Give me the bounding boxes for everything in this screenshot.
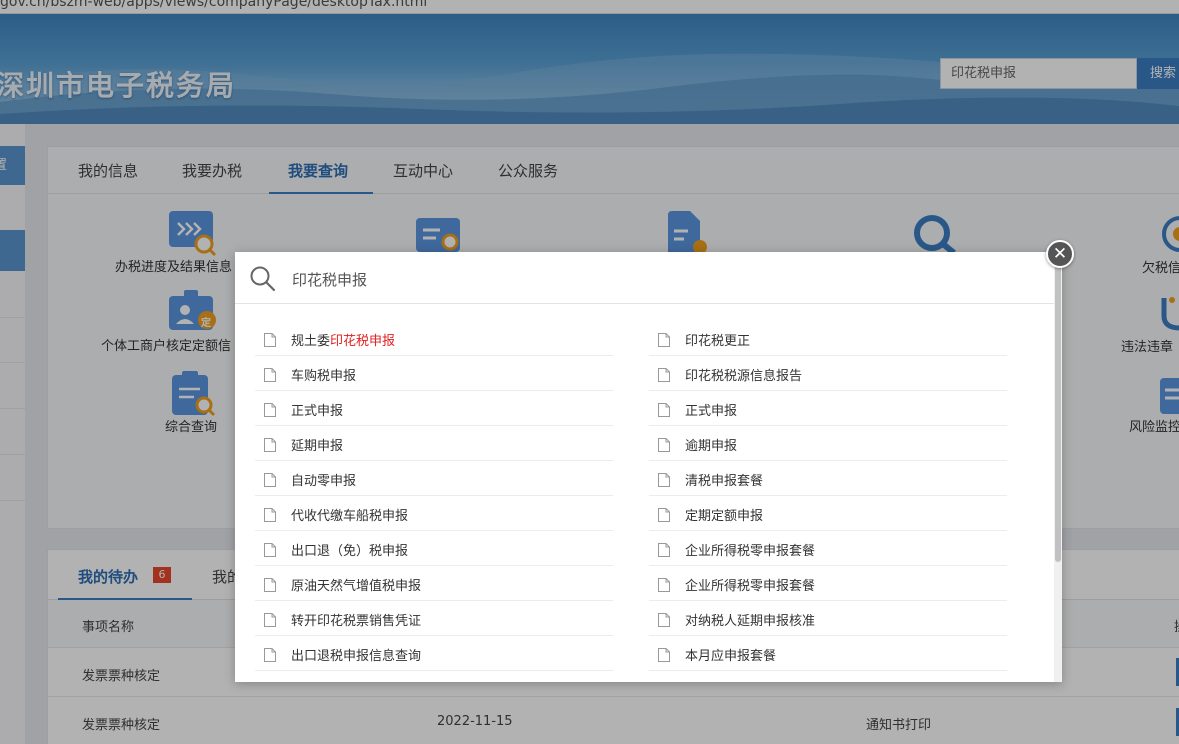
result-item-label[interactable]: 正式申报 [291, 400, 343, 419]
document-icon [264, 508, 276, 522]
result-item-text: 正式申报 [685, 404, 738, 419]
modal-search-input[interactable]: 印花税申报 [292, 269, 367, 290]
close-button[interactable]: ✕ [1046, 240, 1074, 268]
document-icon [658, 438, 670, 452]
result-item-text: 规土委 [291, 334, 331, 349]
close-icon: ✕ [1052, 244, 1068, 264]
result-item[interactable]: 转开印花税票销售凭证 [255, 601, 613, 636]
result-item-label[interactable]: 定期定额申报 [685, 505, 763, 524]
result-item-label[interactable]: 出口退（免）税申报 [291, 540, 408, 559]
document-icon [658, 368, 670, 382]
document-icon [658, 403, 670, 417]
result-item-text: 定期定额申报 [685, 509, 764, 524]
document-icon [264, 473, 276, 487]
document-icon [658, 543, 670, 557]
document-icon [264, 578, 276, 592]
result-item-label[interactable]: 车购税申报 [291, 365, 356, 384]
document-icon [658, 648, 670, 662]
result-item[interactable]: 正式申报 [255, 391, 613, 426]
result-item[interactable]: 企业所得税零申报套餐 [649, 531, 1007, 566]
result-item-label[interactable]: 转开印花税票销售凭证 [291, 610, 421, 629]
scrollbar-thumb[interactable] [1055, 252, 1061, 562]
result-item[interactable]: 对纳税人延期申报核准 [649, 601, 1007, 636]
result-item-text: 出口退（免）税申报 [291, 544, 409, 559]
result-item-text: 原油天然气增值税申报 [291, 579, 422, 594]
document-icon [658, 578, 670, 592]
result-item-text: 企业所得税零申报套餐 [685, 579, 816, 594]
document-icon [264, 613, 276, 627]
result-item[interactable]: 规土委印花税申报 [255, 321, 613, 356]
result-item-label[interactable]: 清税申报套餐 [685, 470, 763, 489]
result-item-label[interactable]: 企业所得税零申报套餐 [685, 540, 815, 559]
result-item-label[interactable]: 本月应申报套餐 [685, 645, 776, 664]
document-icon [658, 333, 670, 347]
result-item-text: 本月应申报套餐 [685, 649, 777, 664]
result-item-label[interactable]: 逾期申报 [685, 435, 737, 454]
result-item[interactable]: 出口退税申报信息查询 [255, 636, 613, 671]
document-icon [264, 438, 276, 452]
result-item-label[interactable]: 正式申报 [685, 400, 737, 419]
result-item[interactable]: 印花税更正 [649, 321, 1007, 356]
document-icon [264, 333, 276, 347]
search-icon [250, 266, 276, 292]
result-item-label[interactable]: 自动零申报 [291, 470, 356, 489]
result-item-text: 逾期申报 [685, 439, 738, 454]
result-item[interactable]: 原油天然气增值税申报 [255, 566, 613, 601]
result-item-label[interactable]: 对纳税人延期申报核准 [685, 610, 815, 629]
result-item-label[interactable]: 规土委印花税申报 [291, 330, 395, 349]
result-item[interactable]: 延期申报 [255, 426, 613, 461]
document-icon [264, 368, 276, 382]
result-item-label[interactable]: 代收代缴车船税申报 [291, 505, 408, 524]
result-item-label[interactable]: 出口退税申报信息查询 [291, 645, 421, 664]
result-item-text: 代收代缴车船税申报 [291, 509, 409, 524]
result-item-label[interactable]: 企业所得税零申报套餐 [685, 575, 815, 594]
result-item[interactable]: 出口退（免）税申报 [255, 531, 613, 566]
document-icon [658, 508, 670, 522]
result-item-text: 印花税税源信息报告 [685, 369, 803, 384]
result-item-highlight: 印花税申报 [330, 334, 396, 349]
result-item-text: 印花税更正 [685, 334, 751, 349]
result-item[interactable]: 正式申报 [649, 391, 1007, 426]
result-item[interactable]: 车购税申报 [255, 356, 613, 391]
result-item[interactable]: 本月应申报套餐 [649, 636, 1007, 671]
document-icon [658, 613, 670, 627]
result-item[interactable]: 代收代缴车船税申报 [255, 496, 613, 531]
modal-search-bar: 印花税申报 [235, 252, 1055, 304]
result-item[interactable]: 定期定额申报 [649, 496, 1007, 531]
result-item-text: 对纳税人延期申报核准 [685, 614, 816, 629]
result-item[interactable]: 企业所得税零申报套餐 [649, 566, 1007, 601]
document-icon [264, 648, 276, 662]
result-item[interactable]: 自动零申报 [255, 461, 613, 496]
result-item-text: 自动零申报 [291, 474, 357, 489]
result-item-text: 车购税申报 [291, 369, 357, 384]
result-item-label[interactable]: 延期申报 [291, 435, 343, 454]
result-item-label[interactable]: 原油天然气增值税申报 [291, 575, 421, 594]
result-item-text: 正式申报 [291, 404, 344, 419]
result-item-text: 清税申报套餐 [685, 474, 764, 489]
document-icon [264, 543, 276, 557]
result-item-label[interactable]: 印花税税源信息报告 [685, 365, 802, 384]
result-item-text: 出口退税申报信息查询 [291, 649, 422, 664]
result-item[interactable]: 印花税税源信息报告 [649, 356, 1007, 391]
result-item-text: 延期申报 [291, 439, 344, 454]
result-item-text: 企业所得税零申报套餐 [685, 544, 816, 559]
result-item-label[interactable]: 印花税更正 [685, 330, 750, 349]
result-item[interactable]: 清税申报套餐 [649, 461, 1007, 496]
result-item-text: 转开印花税票销售凭证 [291, 614, 422, 629]
document-icon [658, 473, 670, 487]
result-item[interactable]: 逾期申报 [649, 426, 1007, 461]
document-icon [264, 403, 276, 417]
search-result-modal: 印花税申报 规土委印花税申报 车购税申报 正式申报 延期申报 自动零申报 代收代缴车船税申… [235, 252, 1062, 682]
